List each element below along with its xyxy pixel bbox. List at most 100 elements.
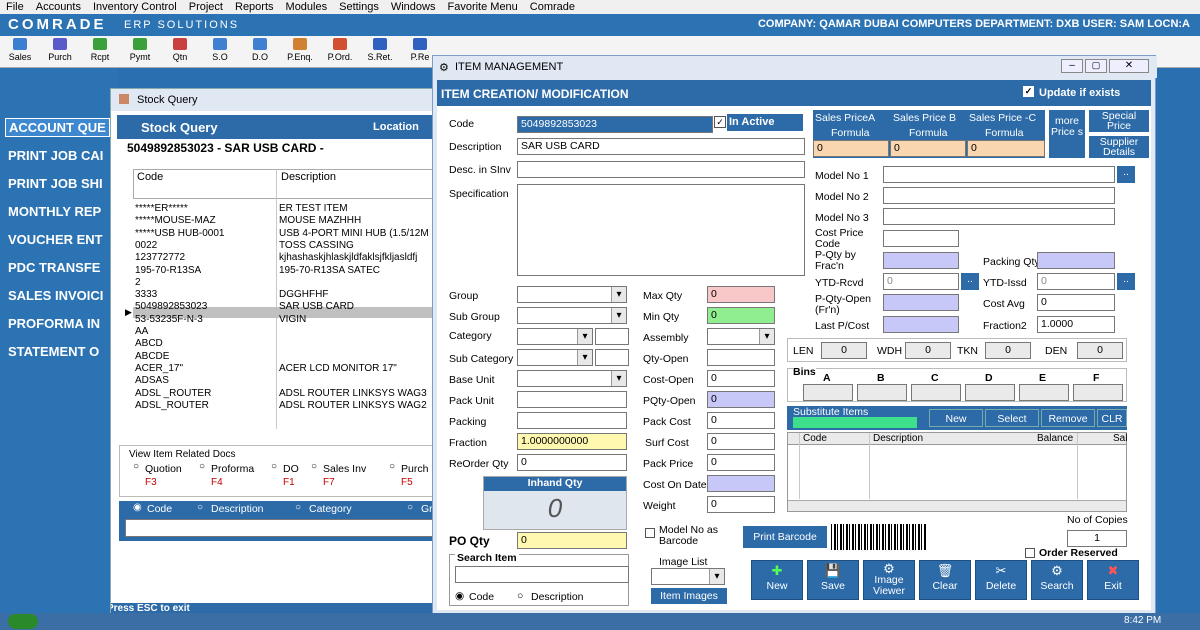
row-code[interactable]: 53-53235F-N-3 xyxy=(135,314,203,325)
row-code[interactable]: *****MOUSE-MAZ xyxy=(135,215,216,226)
price-c-input[interactable]: 0 xyxy=(967,140,1045,157)
copies-input[interactable]: 1 xyxy=(1067,530,1127,547)
doc-option[interactable]: Purch xyxy=(401,463,428,475)
bin-input[interactable] xyxy=(965,384,1015,401)
special-price-button[interactable]: Special Price xyxy=(1089,110,1149,132)
radio-icon[interactable]: ○ xyxy=(271,461,277,472)
pqty-open-fr-input[interactable] xyxy=(883,294,959,311)
row-code[interactable]: 0022 xyxy=(135,240,157,251)
search-option[interactable]: Gr xyxy=(421,503,433,515)
menu-favorite[interactable]: Favorite Menu xyxy=(441,0,523,14)
row-code[interactable]: 2 xyxy=(135,277,141,288)
purch-button[interactable]: Purch xyxy=(40,38,80,62)
formula-b-label[interactable]: Formula xyxy=(909,127,948,139)
row-code[interactable]: 5049892853023 xyxy=(135,301,207,312)
row-code[interactable]: 3333 xyxy=(135,289,157,300)
menu-windows[interactable]: Windows xyxy=(385,0,442,14)
row-description[interactable]: ADSL ROUTER LINKSYS WAG2 xyxy=(279,400,427,411)
cost-price-code-input[interactable] xyxy=(883,230,959,247)
menu-accounts[interactable]: Accounts xyxy=(30,0,87,14)
row-code[interactable]: ABCD xyxy=(135,338,163,349)
substitute-input[interactable] xyxy=(793,417,917,428)
qtn-button[interactable]: Qtn xyxy=(160,38,200,62)
den-input[interactable]: 0 xyxy=(1077,342,1123,359)
menu-modules[interactable]: Modules xyxy=(280,0,334,14)
row-code[interactable]: ADSL _ROUTER xyxy=(135,388,211,399)
subcategory-dropdown[interactable] xyxy=(517,349,593,366)
search-code-option[interactable]: Code xyxy=(469,591,494,603)
new-button[interactable]: ✚ New xyxy=(751,560,803,600)
close-icon[interactable]: ✕ xyxy=(1109,59,1149,73)
price-b-input[interactable]: 0 xyxy=(890,140,966,157)
more-price-button[interactable]: more Price s xyxy=(1049,110,1085,158)
description-input[interactable]: SAR USB CARD xyxy=(517,138,805,155)
left-menu-item[interactable]: SALES INVOICI xyxy=(8,288,103,303)
category-dropdown[interactable] xyxy=(517,328,593,345)
image-list-dropdown[interactable] xyxy=(651,568,725,585)
left-menu-item[interactable]: VOUCHER ENT xyxy=(8,232,103,247)
search-item-input[interactable] xyxy=(455,566,629,583)
radio-icon[interactable]: ○ xyxy=(517,590,523,602)
row-description[interactable]: kjhashaskjhlaskjldfaklsjfkljasldfj xyxy=(279,252,417,263)
start-icon[interactable] xyxy=(8,614,38,629)
so-button[interactable]: S.O xyxy=(200,38,240,62)
sub-col-sal[interactable]: Sal xyxy=(1113,433,1127,444)
base-unit-dropdown[interactable] xyxy=(517,370,627,387)
left-menu-item[interactable]: ACCOUNT QUE xyxy=(5,118,110,137)
bin-input[interactable] xyxy=(1073,384,1123,401)
menu-comrade[interactable]: Comrade xyxy=(524,0,581,14)
cost-on-date-input[interactable] xyxy=(707,475,775,492)
menu-project[interactable]: Project xyxy=(183,0,229,14)
bin-input[interactable] xyxy=(911,384,961,401)
sales-button[interactable]: Sales xyxy=(0,38,40,62)
bin-input[interactable] xyxy=(1019,384,1069,401)
radio-icon[interactable]: ○ xyxy=(295,502,301,513)
row-description[interactable]: ADSL ROUTER LINKSYS WAG3 xyxy=(279,388,427,399)
clear-button[interactable]: 🗑 Clear xyxy=(919,560,971,600)
menu-reports[interactable]: Reports xyxy=(229,0,280,14)
inactive-checkbox[interactable]: ✓ xyxy=(714,116,726,128)
doc-option[interactable]: Proforma xyxy=(211,463,254,475)
row-description[interactable]: TOSS CASSING xyxy=(279,240,354,251)
specification-input[interactable] xyxy=(517,184,805,276)
row-description[interactable]: 195-70-R13SA SATEC xyxy=(279,265,380,276)
pqty-open-input[interactable]: 0 xyxy=(707,391,775,408)
col-code[interactable]: Code xyxy=(137,171,163,183)
desc-sinv-input[interactable] xyxy=(517,161,805,178)
item-titlebar[interactable]: ⚙ ITEM MANAGEMENT – ▢ ✕ xyxy=(433,56,1157,78)
left-menu-item[interactable]: PRINT JOB CAI xyxy=(8,148,103,163)
search-button[interactable]: ⚙ Search xyxy=(1031,560,1083,600)
sret-button[interactable]: S.Ret. xyxy=(360,38,400,62)
menu-file[interactable]: File xyxy=(0,0,30,14)
stock-query-titlebar[interactable]: Stock Query xyxy=(111,89,439,111)
row-code[interactable]: ABCDE xyxy=(135,351,169,362)
row-description[interactable]: SAR USB CARD xyxy=(279,301,354,312)
last-pcost-input[interactable] xyxy=(883,316,959,333)
left-menu-item[interactable]: STATEMENT O xyxy=(8,344,99,359)
fraction-input[interactable]: 1.0000000000 xyxy=(517,433,627,450)
radio-icon[interactable]: ○ xyxy=(407,502,413,513)
pymt-button[interactable]: Pymt xyxy=(120,38,160,62)
category-code-input[interactable] xyxy=(595,328,629,345)
po-qty-input[interactable]: 0 xyxy=(517,532,627,549)
sub-new-button[interactable]: New xyxy=(929,409,983,427)
fraction2-input[interactable]: 1.0000 xyxy=(1037,316,1115,333)
formula-c-label[interactable]: Formula xyxy=(985,127,1024,139)
tkn-input[interactable]: 0 xyxy=(985,342,1031,359)
pord-button[interactable]: P.Ord. xyxy=(320,38,360,62)
bin-input[interactable] xyxy=(857,384,907,401)
min-qty-input[interactable]: 0 xyxy=(707,307,775,324)
subcategory-code-input[interactable] xyxy=(595,349,629,366)
menu-inventory[interactable]: Inventory Control xyxy=(87,0,183,14)
row-code[interactable]: 195-70-R13SA xyxy=(135,265,201,276)
surf-cost-input[interactable]: 0 xyxy=(707,433,775,450)
left-menu-item[interactable]: PROFORMA IN xyxy=(8,316,100,331)
radio-icon[interactable]: ○ xyxy=(199,461,205,472)
row-description[interactable]: USB 4-PORT MINI HUB (1.5/12M xyxy=(279,228,429,239)
price-a-input[interactable]: 0 xyxy=(813,140,889,157)
penq-button[interactable]: P.Enq. xyxy=(280,38,320,62)
max-qty-input[interactable]: 0 xyxy=(707,286,775,303)
delete-button[interactable]: ✂ Delete xyxy=(975,560,1027,600)
rcpt-button[interactable]: Rcpt xyxy=(80,38,120,62)
order-reserved-checkbox[interactable] xyxy=(1025,548,1035,558)
